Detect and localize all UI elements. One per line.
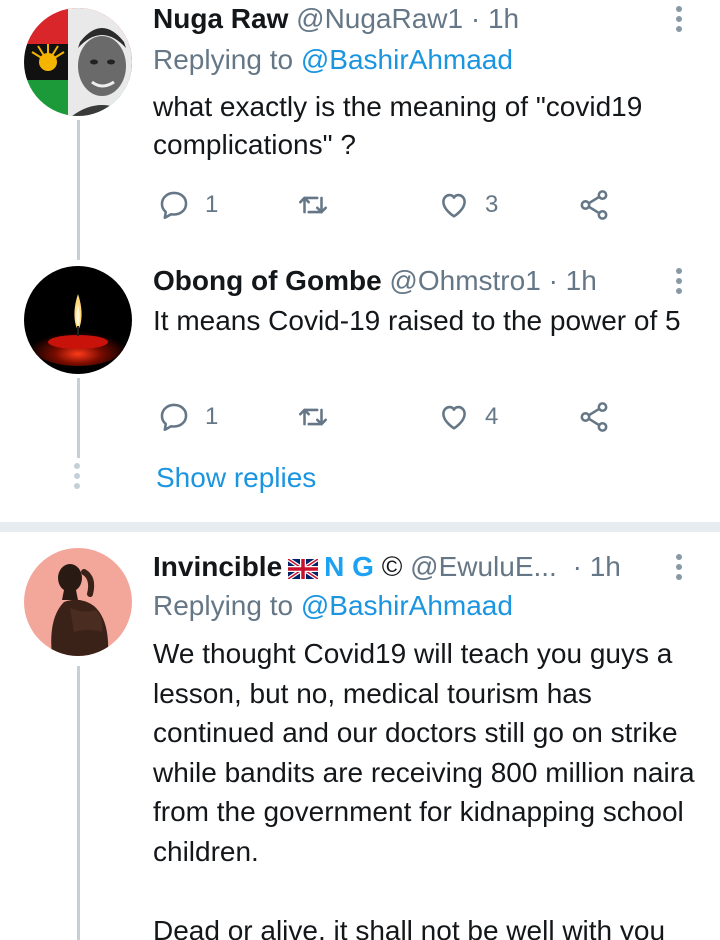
mention-link[interactable]: @BashirAhmaad xyxy=(301,590,513,621)
avatar-candle-image xyxy=(24,266,132,374)
retweet-button[interactable] xyxy=(296,397,330,437)
share-icon xyxy=(580,190,608,220)
reply-count: 1 xyxy=(205,191,219,218)
reply-icon xyxy=(160,403,188,432)
tweet-2[interactable]: Obong of Gombe @Ohmstro1 · 1h It means C… xyxy=(0,260,720,520)
display-name[interactable]: Obong of Gombe xyxy=(153,265,382,296)
avatar[interactable] xyxy=(24,266,132,374)
tweet-actions: 1 4 xyxy=(153,397,623,437)
thread-line xyxy=(77,378,80,458)
heart-icon xyxy=(442,193,466,218)
more-vertical-icon[interactable] xyxy=(672,268,686,298)
replying-to-label: Replying to xyxy=(153,590,294,621)
thread-divider xyxy=(0,522,720,532)
replying-to-label: Replying to xyxy=(153,44,294,75)
tweet-3[interactable]: Invincible N G © @EwuluE... · 1h Replyin… xyxy=(0,532,720,940)
retweet-icon xyxy=(298,196,328,214)
avatar-portrait-image xyxy=(24,548,132,656)
share-icon xyxy=(580,402,608,432)
display-name[interactable]: Invincible xyxy=(153,551,282,582)
more-vertical-icon[interactable] xyxy=(672,6,686,36)
share-button[interactable] xyxy=(577,185,611,225)
uk-flag-icon xyxy=(288,558,319,579)
username[interactable]: @Ohmstro1 xyxy=(389,265,540,296)
avatar[interactable] xyxy=(24,548,132,656)
share-button[interactable] xyxy=(577,397,611,437)
tweet-header: Nuga Raw @NugaRaw1 · 1h xyxy=(153,2,519,36)
thread-line xyxy=(77,666,80,940)
like-button[interactable]: 4 xyxy=(437,397,498,437)
tweet-text: what exactly is the meaning of "covid19 … xyxy=(153,91,651,160)
retweet-icon xyxy=(298,408,328,426)
replying-to: Replying to @BashirAhmaad xyxy=(153,590,513,622)
username[interactable]: @EwuluE... xyxy=(410,551,557,582)
name-suffix: N G xyxy=(324,551,374,582)
tweet-1[interactable]: Nuga Raw @NugaRaw1 · 1h Replying to @Bas… xyxy=(0,0,720,260)
show-replies-link[interactable]: Show replies xyxy=(156,462,316,494)
display-name[interactable]: Nuga Raw xyxy=(153,3,288,34)
tweet-text: It means Covid-19 raised to the power of… xyxy=(153,305,681,336)
reply-button[interactable]: 1 xyxy=(157,397,218,437)
tweet-text: We thought Covid19 will teach you guys a… xyxy=(153,638,695,940)
heart-icon xyxy=(442,405,466,430)
reply-icon xyxy=(160,191,188,220)
timestamp[interactable]: · 1h xyxy=(573,551,621,582)
tweet-actions: 1 3 xyxy=(153,185,623,225)
reply-button[interactable]: 1 xyxy=(157,185,218,225)
mention-link[interactable]: @BashirAhmaad xyxy=(301,44,513,75)
avatar-biafra-portrait xyxy=(24,8,132,116)
thread-continuation-dots xyxy=(74,463,82,493)
tweet-header: Invincible N G © @EwuluE... · 1h xyxy=(153,550,621,584)
copyright-symbol: © xyxy=(381,551,403,582)
reply-count: 1 xyxy=(205,403,219,430)
more-vertical-icon[interactable] xyxy=(672,554,686,584)
timestamp[interactable]: · 1h xyxy=(549,265,597,296)
like-count: 4 xyxy=(485,403,499,430)
replying-to: Replying to @BashirAhmaad xyxy=(153,44,513,76)
avatar[interactable] xyxy=(24,8,132,116)
username[interactable]: @NugaRaw1 xyxy=(296,3,463,34)
tweet-header: Obong of Gombe @Ohmstro1 · 1h xyxy=(153,264,597,298)
thread-line xyxy=(77,120,80,260)
like-count: 3 xyxy=(485,191,499,218)
like-button[interactable]: 3 xyxy=(437,185,498,225)
retweet-button[interactable] xyxy=(296,185,330,225)
timestamp[interactable]: · 1h xyxy=(471,3,519,34)
